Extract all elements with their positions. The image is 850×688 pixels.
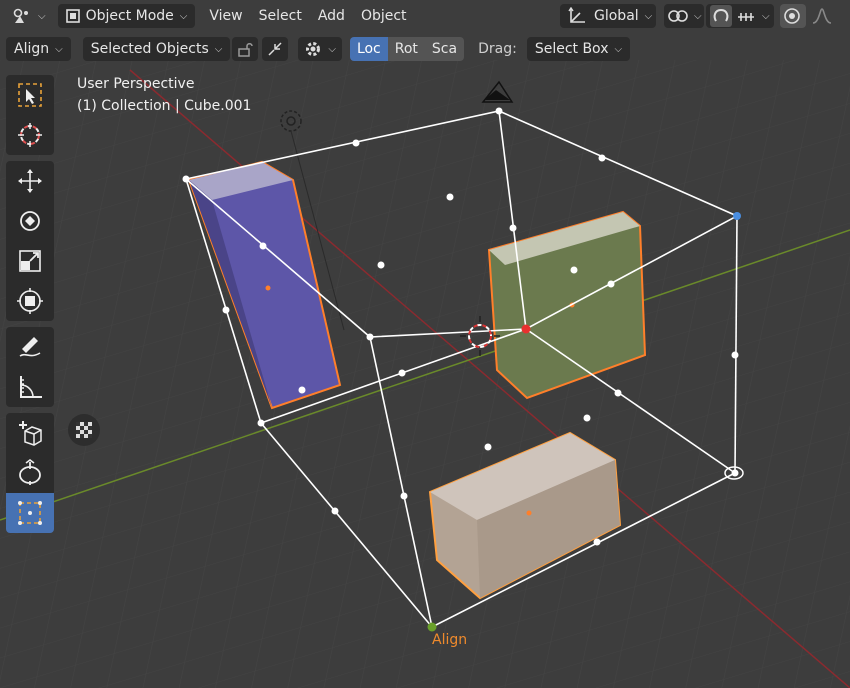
select-box-icon xyxy=(16,81,44,109)
align-to-active-toggle[interactable] xyxy=(262,37,289,61)
tool-cursor[interactable] xyxy=(6,115,54,155)
chevron-down-icon: ⌵ xyxy=(179,10,188,22)
handle-blue[interactable] xyxy=(733,212,741,220)
annotate-icon xyxy=(16,333,44,361)
tool-select-box[interactable] xyxy=(6,75,54,115)
snap-increment-icon[interactable] xyxy=(736,7,756,25)
chevron-down-icon: ⌵ xyxy=(214,43,223,55)
tool-options-dropdown[interactable]: ⌵ xyxy=(298,37,342,61)
tool-move[interactable] xyxy=(6,161,54,201)
snap-controls[interactable]: ⌵ xyxy=(706,4,774,28)
tool-transform[interactable] xyxy=(6,281,54,321)
tool-annotate[interactable] xyxy=(6,327,54,367)
checker-icon xyxy=(75,421,93,439)
tool-add-cube[interactable] xyxy=(6,413,54,453)
tool-rotate[interactable] xyxy=(6,201,54,241)
transform-toggle-group: Loc Rot Sca xyxy=(349,37,465,61)
tool-measure[interactable] xyxy=(6,367,54,407)
pivot-selector[interactable]: ⌵ xyxy=(664,4,704,28)
chevron-down-icon: ⌵ xyxy=(328,43,336,55)
orientation-selector[interactable]: Global ⌵ xyxy=(560,4,656,28)
menu-add[interactable]: Add xyxy=(310,4,353,28)
lock-toggle[interactable] xyxy=(232,37,259,61)
chevron-down-icon: ⌵ xyxy=(614,43,623,55)
proportional-editing-toggle[interactable] xyxy=(780,4,806,28)
perspective-label: User Perspective xyxy=(77,76,195,92)
local-view-toggle[interactable] xyxy=(68,414,100,446)
rotate-icon xyxy=(16,207,44,235)
orientation-label: Global xyxy=(594,8,639,24)
selected-objects-dropdown[interactable]: Selected Objects ⌵ xyxy=(82,37,231,61)
object-mode-icon xyxy=(65,9,80,23)
toggle-location[interactable]: Loc xyxy=(349,37,388,61)
mode-selector[interactable]: Object Mode ⌵ xyxy=(57,4,196,28)
move-icon xyxy=(16,167,44,195)
handle-green[interactable] xyxy=(427,622,437,632)
menu-object[interactable]: Object xyxy=(353,4,415,28)
selected-objects-label: Selected Objects xyxy=(90,41,209,57)
viewport-editor-icon xyxy=(12,7,32,25)
pivot-point-icon xyxy=(668,8,688,24)
falloff-curve-icon xyxy=(812,7,832,25)
align-tool-icon xyxy=(16,499,44,527)
toggle-rotation[interactable]: Rot xyxy=(387,37,425,61)
tool-scale[interactable] xyxy=(6,241,54,281)
menu-select[interactable]: Select xyxy=(251,4,310,28)
spin-icon xyxy=(16,459,44,487)
tool-settings-bar: Align ⌵ Selected Objects ⌵ ⌵ Loc Rot Sca… xyxy=(0,33,850,65)
tool-label: Align xyxy=(14,41,50,57)
chevron-down-icon: ⌵ xyxy=(55,43,63,55)
chevron-down-icon: ⌵ xyxy=(762,10,770,22)
falloff-selector[interactable] xyxy=(808,4,848,28)
gear-icon xyxy=(304,40,322,58)
proportional-icon xyxy=(783,7,801,25)
scale-icon xyxy=(16,247,44,275)
transform-orientation-icon xyxy=(568,7,588,25)
tool-spin[interactable] xyxy=(6,453,54,493)
unlock-icon xyxy=(236,40,254,58)
collection-info: (1) Collection | Cube.001 xyxy=(77,98,252,114)
menu-view[interactable]: View xyxy=(201,4,250,28)
tool-shelf xyxy=(6,75,54,539)
mode-label: Object Mode xyxy=(85,8,174,24)
drag-value: Select Box xyxy=(534,41,609,57)
chevron-down-icon: ⌵ xyxy=(694,10,702,22)
cursor-3d-icon xyxy=(16,121,44,149)
editor-type-button[interactable]: ⌵ xyxy=(4,4,54,28)
transform-icon xyxy=(16,287,44,315)
chevron-down-icon: ⌵ xyxy=(38,10,46,22)
align-handle-label: Align xyxy=(432,632,468,648)
tool-align[interactable] xyxy=(6,493,54,533)
align-arrows-icon xyxy=(266,40,284,58)
toggle-scale[interactable]: Sca xyxy=(424,37,465,61)
drag-dropdown[interactable]: Select Box ⌵ xyxy=(526,37,631,61)
drag-label: Drag: xyxy=(478,41,517,57)
tool-dropdown[interactable]: Align ⌵ xyxy=(6,37,71,61)
handle-red[interactable] xyxy=(521,324,531,334)
add-cube-icon xyxy=(16,419,44,447)
snap-icon[interactable] xyxy=(710,5,732,27)
header-bar: ⌵ Object Mode ⌵ View Select Add Object G… xyxy=(0,0,850,32)
chevron-down-icon: ⌵ xyxy=(644,10,653,22)
measure-icon xyxy=(16,373,44,401)
